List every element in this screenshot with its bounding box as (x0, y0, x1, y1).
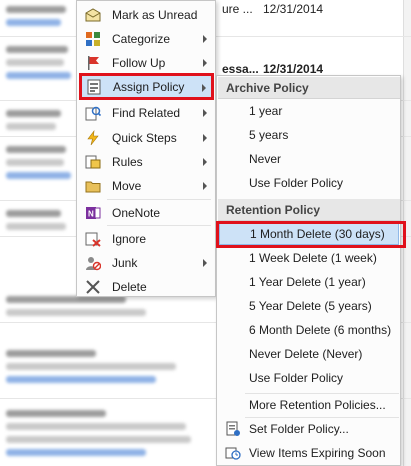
email-subject-fragment: essa... (222, 62, 259, 76)
view-items-expiring-item[interactable]: View Items Expiring Soon (219, 442, 399, 464)
lightning-icon (84, 129, 102, 147)
onenote-icon: N (84, 204, 102, 222)
retention-item-1-year[interactable]: 1 Year Delete (1 year) (219, 271, 399, 293)
submenu-arrow-icon (203, 134, 207, 142)
submenu-item-label: 1 Year Delete (1 year) (249, 275, 366, 289)
submenu-arrow-icon (203, 259, 207, 267)
submenu-arrow-icon (203, 158, 207, 166)
delete-x-icon (84, 278, 102, 296)
retention-item-6-month[interactable]: 6 Month Delete (6 months) (219, 319, 399, 341)
submenu-item-label: 5 Year Delete (5 years) (249, 299, 372, 313)
submenu-item-label: Never (249, 152, 282, 166)
submenu-item-label: 1 Week Delete (1 week) (249, 251, 377, 265)
menu-item-label: Delete (112, 280, 147, 294)
retention-policy-header: Retention Policy (218, 199, 400, 221)
folder-policy-icon (225, 421, 241, 437)
set-folder-policy-item[interactable]: Set Folder Policy... (219, 418, 399, 440)
archive-item-1-year[interactable]: 1 year (219, 100, 399, 122)
submenu-item-label: 1 year (249, 104, 283, 118)
assign-policy-highlight (79, 73, 214, 100)
find-related-icon (84, 104, 102, 122)
menu-item-label: Find Related (112, 106, 181, 120)
menu-item-label: Categorize (112, 32, 171, 46)
ignore-icon (84, 230, 102, 248)
retention-item-use-folder-policy[interactable]: Use Folder Policy (219, 367, 399, 389)
menu-divider (107, 199, 211, 200)
submenu-item-label: Set Folder Policy... (249, 422, 349, 436)
menu-item-junk[interactable]: Junk (79, 251, 213, 275)
email-date: 12/31/2014 (263, 62, 324, 76)
retention-item-highlight (216, 221, 406, 248)
menu-item-quick-steps[interactable]: Quick Steps (79, 126, 213, 150)
submenu-arrow-icon (203, 109, 207, 117)
menu-item-label: Move (112, 179, 142, 193)
menu-item-label: Rules (112, 155, 143, 169)
rules-icon (84, 153, 102, 171)
svg-text:N: N (88, 210, 94, 219)
submenu-arrow-icon (203, 35, 207, 43)
archive-item-use-folder-policy[interactable]: Use Folder Policy (219, 172, 399, 194)
archive-policy-header: Archive Policy (218, 77, 400, 99)
submenu-item-label: Use Folder Policy (249, 176, 344, 190)
archive-item-never[interactable]: Never (219, 148, 399, 170)
email-date: 12/31/2014 (263, 2, 324, 16)
flag-icon (84, 54, 102, 72)
submenu-item-label: 6 Month Delete (6 months) (249, 323, 392, 337)
menu-item-move[interactable]: Move (79, 174, 213, 198)
archive-item-5-years[interactable]: 5 years (219, 124, 399, 146)
expiring-items-icon (225, 445, 241, 461)
envelope-open-icon (84, 6, 102, 24)
menu-item-onenote[interactable]: N OneNote (79, 201, 213, 225)
menu-item-label: Quick Steps (112, 131, 177, 145)
menu-item-follow-up[interactable]: Follow Up (79, 51, 213, 75)
menu-item-label: Follow Up (112, 56, 166, 70)
menu-item-ignore[interactable]: Ignore (79, 227, 213, 251)
retention-item-1-week[interactable]: 1 Week Delete (1 week) (219, 247, 399, 269)
submenu-item-label: Use Folder Policy (249, 371, 344, 385)
menu-item-categorize[interactable]: Categorize (79, 27, 213, 51)
menu-item-mark-as-unread[interactable]: Mark as Unread (79, 3, 213, 27)
submenu-arrow-icon (203, 182, 207, 190)
junk-icon (84, 254, 102, 272)
retention-item-never-delete[interactable]: Never Delete (Never) (219, 343, 399, 365)
menu-divider (107, 225, 211, 226)
menu-item-label: Ignore (112, 232, 147, 246)
context-menu: Mark as Unread Categorize Follow Up Assi… (76, 0, 216, 297)
menu-item-find-related[interactable]: Find Related (79, 101, 213, 125)
submenu-item-label: 5 years (249, 128, 289, 142)
menu-item-rules[interactable]: Rules (79, 150, 213, 174)
submenu-item-label: More Retention Policies... (249, 398, 386, 412)
email-subject-fragment: ure ... (222, 2, 253, 16)
assign-policy-submenu: Archive Policy 1 year 5 years Never Use … (216, 75, 401, 466)
folder-move-icon (84, 177, 102, 195)
retention-item-5-year[interactable]: 5 Year Delete (5 years) (219, 295, 399, 317)
submenu-item-label: Never Delete (Never) (249, 347, 363, 361)
menu-item-delete[interactable]: Delete (79, 275, 213, 299)
menu-item-label: Mark as Unread (112, 8, 198, 22)
submenu-item-label: View Items Expiring Soon (249, 446, 386, 460)
menu-item-label: Junk (112, 256, 138, 270)
categorize-grid-icon (84, 30, 102, 48)
submenu-arrow-icon (203, 59, 207, 67)
menu-item-label: OneNote (112, 206, 161, 220)
more-retention-policies-item[interactable]: More Retention Policies... (219, 394, 399, 416)
